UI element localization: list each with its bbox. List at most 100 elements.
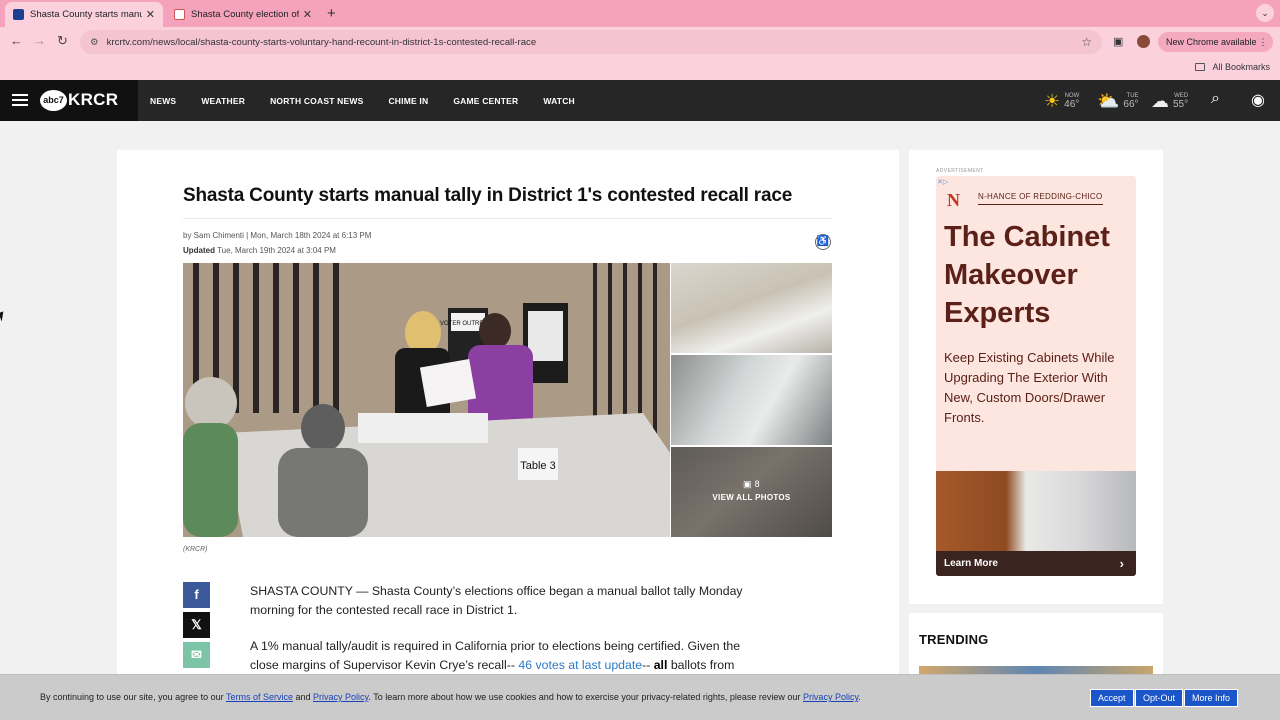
mouse-cursor: [0, 311, 7, 322]
accessibility-icon[interactable]: ♿: [815, 234, 831, 250]
nav-north-coast-news[interactable]: NORTH COAST NEWS: [270, 96, 363, 106]
learn-more-label: Learn More: [944, 558, 998, 569]
nav-watch[interactable]: WATCH: [543, 96, 575, 106]
new-chrome-available-button[interactable]: New Chrome available ⋮: [1158, 32, 1273, 52]
new-chrome-label: New Chrome available: [1166, 37, 1257, 47]
article-card: Shasta County starts manual tally in Dis…: [117, 150, 899, 690]
advertisement-label: ADVERTISEMENT: [936, 168, 984, 174]
forward-arrow-icon[interactable]: →: [33, 33, 46, 48]
facebook-share-button[interactable]: f: [183, 582, 210, 608]
address-bar[interactable]: ⚙ krcrtv.com/news/local/shasta-county-st…: [80, 30, 1102, 54]
cookie-text: . To learn more about how we use cookies…: [368, 692, 803, 702]
paragraph-text: ballots from: [667, 658, 735, 672]
tab-title: Shasta County starts manual: [30, 9, 142, 20]
weather-temp: 66°: [1123, 98, 1139, 110]
weather-tue[interactable]: ⛅ TUE 66°: [1097, 88, 1139, 114]
x-share-button[interactable]: 𝕏: [183, 612, 210, 638]
main-nav: NEWS WEATHER NORTH COAST NEWS CHIME IN G…: [150, 96, 600, 106]
back-arrow-icon[interactable]: ←: [10, 33, 23, 48]
url-text: krcrtv.com/news/local/shasta-county-star…: [106, 36, 537, 48]
image-icon: ▣: [743, 479, 752, 489]
browser-tab-bar: Shasta County starts manual ✕ Shasta Cou…: [0, 0, 1280, 27]
tab-shasta-county-manual[interactable]: Shasta County starts manual ✕: [5, 2, 163, 27]
nhance-logo: N: [947, 190, 960, 210]
nav-game-center[interactable]: GAME CENTER: [453, 96, 518, 106]
nav-weather[interactable]: WEATHER: [201, 96, 245, 106]
view-all-photos: ▣ 8 VIEW ALL PHOTOS: [671, 479, 832, 502]
reload-icon[interactable]: ↻: [57, 33, 68, 49]
gallery-thumbnail[interactable]: [671, 263, 832, 353]
gallery-thumbnail[interactable]: [671, 355, 832, 445]
search-icon[interactable]: ⌕: [1211, 90, 1220, 108]
partly-cloudy-icon: ⛅: [1097, 90, 1120, 111]
byline: by Sam Chimenti | Mon, March 18th 2024 a…: [183, 231, 372, 240]
x-icon: 𝕏: [191, 617, 202, 632]
paragraph-text: --: [642, 658, 654, 672]
photo-count-number: 8: [754, 479, 760, 489]
close-tab-icon[interactable]: ✕: [146, 8, 155, 21]
accept-button[interactable]: Accept: [1090, 689, 1134, 707]
abc7-logo[interactable]: abc7: [40, 90, 67, 111]
weather-day: WED: [1174, 92, 1189, 99]
cookie-text: By continuing to use our site, you agree…: [40, 692, 226, 702]
more-info-button[interactable]: More Info: [1184, 689, 1239, 707]
sidebar-ad-card: ADVERTISEMENT ✕▷ N N-HANCE OF REDDING-CH…: [909, 150, 1163, 604]
folder-icon: [1195, 63, 1206, 71]
tab-shasta-election-office[interactable]: Shasta County election offici ✕: [166, 2, 320, 27]
browser-toolbar: ← → ↻ ⚙ krcrtv.com/news/local/shasta-cou…: [0, 27, 1280, 57]
view-all-label: VIEW ALL PHOTOS: [712, 493, 791, 502]
rain-cloud-icon: ☁: [1151, 90, 1169, 111]
table-3-sign: Table 3: [520, 460, 555, 472]
weather-temp: 55°: [1173, 98, 1189, 110]
site-info-icon[interactable]: ⚙: [90, 37, 99, 48]
chevron-down-icon[interactable]: ⌄: [1256, 4, 1274, 22]
ad-body: Keep Existing Cabinets While Upgrading T…: [944, 350, 1115, 425]
article-paragraph: SHASTA COUNTY — Shasta County’s election…: [250, 584, 743, 617]
nhance-ad[interactable]: ✕▷ N N-HANCE OF REDDING-CHICO The Cabine…: [936, 176, 1136, 576]
sun-icon: ☀: [1044, 90, 1061, 111]
divider: [183, 218, 832, 219]
ad-title: The Cabinet Makeover Experts: [944, 221, 1110, 329]
cookie-message: By continuing to use our site, you agree…: [40, 692, 861, 702]
votes-update-link[interactable]: 46 votes at last update: [518, 658, 642, 672]
photo-count: ▣ 8: [671, 479, 832, 490]
photo-caption: (KRCR): [183, 546, 208, 553]
nav-chime-in[interactable]: CHIME IN: [388, 96, 428, 106]
site-favicon-icon: [13, 9, 24, 20]
logo-area: abc7 KRCR: [0, 80, 138, 121]
close-tab-icon[interactable]: ✕: [303, 8, 312, 21]
hamburger-menu-icon[interactable]: [12, 94, 28, 106]
main-photo[interactable]: VOTER OUTREACH Table 3: [183, 263, 670, 537]
view-all-photos-button[interactable]: ▣ 8 VIEW ALL PHOTOS: [671, 447, 832, 537]
tab-title: Shasta County election offici: [191, 9, 299, 20]
cookie-text: .: [858, 692, 861, 702]
weather-day: NOW: [1064, 92, 1080, 99]
updated-timestamp: Updated Tue, March 19th 2024 at 3:04 PM: [183, 246, 336, 255]
bookmark-star-icon[interactable]: ☆: [1081, 35, 1092, 49]
weather-wed[interactable]: ☁ WED 55°: [1151, 88, 1188, 114]
new-tab-icon[interactable]: +: [327, 5, 336, 22]
email-share-button[interactable]: ✉: [183, 642, 210, 668]
side-panel-icon[interactable]: ▣: [1113, 35, 1123, 48]
nav-news[interactable]: NEWS: [150, 96, 176, 106]
facebook-icon: f: [194, 587, 199, 602]
adchoices-icon[interactable]: ✕▷: [937, 178, 948, 186]
updated-label: Updated: [183, 246, 215, 255]
weather-now[interactable]: ☀ NOW 46°: [1044, 88, 1079, 114]
privacy-policy-link[interactable]: Privacy Policy: [313, 692, 368, 702]
bookmarks-bar: All Bookmarks: [0, 57, 1280, 80]
weather-temp: 46°: [1064, 98, 1080, 110]
krcr-logo[interactable]: KRCR: [68, 90, 118, 110]
profile-avatar[interactable]: [1137, 35, 1150, 48]
article-headline: Shasta County starts manual tally in Dis…: [183, 185, 793, 206]
opt-out-button[interactable]: Opt-Out: [1135, 689, 1184, 707]
ad-brand: N-HANCE OF REDDING-CHICO: [978, 192, 1103, 205]
terms-of-service-link[interactable]: Terms of Service: [226, 692, 293, 702]
privacy-policy-link[interactable]: Privacy Policy: [803, 692, 858, 702]
more-vert-icon[interactable]: ⋮: [1259, 32, 1268, 52]
learn-more-button[interactable]: Learn More ›: [936, 551, 1136, 576]
account-icon[interactable]: ◉: [1251, 90, 1265, 110]
kitchen-image: [936, 471, 1136, 551]
all-bookmarks-button[interactable]: All Bookmarks: [1195, 62, 1270, 72]
email-icon: ✉: [191, 647, 202, 662]
